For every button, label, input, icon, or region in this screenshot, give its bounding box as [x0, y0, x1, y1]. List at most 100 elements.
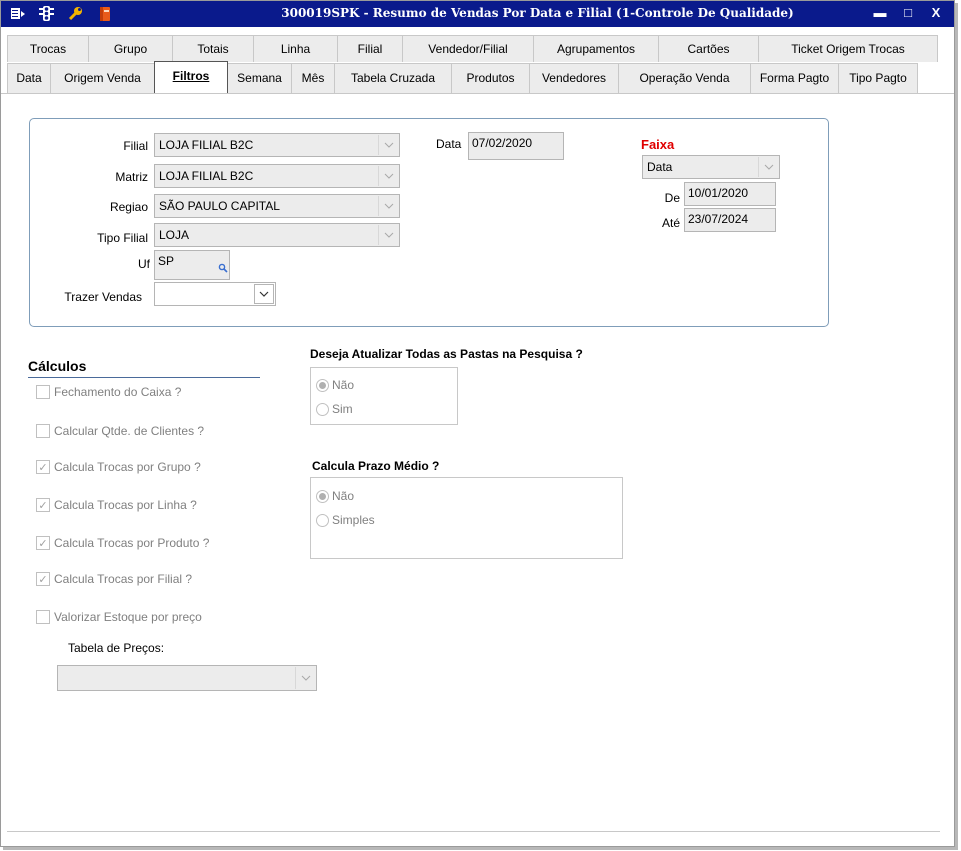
tab-cartoes[interactable]: Cartões [658, 35, 759, 62]
filial-label: Filial [123, 139, 148, 153]
checkbox[interactable] [36, 424, 50, 438]
chk-trocas-linha[interactable]: ✓ Calcula Trocas por Linha ? [36, 498, 197, 512]
chk-trocas-produto[interactable]: ✓ Calcula Trocas por Produto ? [36, 536, 209, 550]
radio-button[interactable] [316, 378, 329, 392]
chevron-down-icon[interactable] [758, 157, 778, 177]
calculos-title: Cálculos [28, 358, 87, 374]
checkbox[interactable] [36, 610, 50, 624]
radio-button[interactable] [316, 489, 329, 503]
radio-prazo-simples[interactable]: Simples [316, 513, 375, 527]
tab-row-top: Trocas Grupo Totais Linha Filial Vendedo… [1, 35, 954, 62]
trazer-vendas-label: Trazer Vendas [64, 290, 142, 304]
tab-trocas[interactable]: Trocas [7, 35, 89, 62]
chk-label: Calcula Trocas por Filial ? [54, 572, 193, 586]
radio-label: Sim [332, 402, 353, 416]
matriz-value: LOJA FILIAL B2C [159, 169, 254, 183]
data-label: Data [436, 137, 462, 151]
checkmark-icon[interactable]: ✓ [36, 498, 50, 512]
ate-label: Até [661, 216, 680, 230]
report-window: 300019SPK - Resumo de Vendas Por Data e … [0, 0, 955, 847]
chevron-down-icon[interactable] [378, 135, 398, 155]
tipo-filial-combo[interactable]: LOJA [154, 223, 400, 247]
tab-grupo[interactable]: Grupo [88, 35, 173, 62]
tab-forma-pagto[interactable]: Forma Pagto [750, 63, 839, 93]
regiao-combo[interactable]: SÃO PAULO CAPITAL [154, 194, 400, 218]
regiao-label: Regiao [109, 200, 148, 214]
tab-data[interactable]: Data [7, 63, 51, 93]
chk-label: Valorizar Estoque por preço [54, 610, 202, 624]
tab-produtos[interactable]: Produtos [451, 63, 530, 93]
prazo-medio-question: Calcula Prazo Médio ? [312, 459, 440, 473]
ate-value: 23/07/2024 [688, 212, 749, 226]
de-label: De [664, 191, 680, 205]
chevron-down-icon[interactable] [378, 166, 398, 186]
tab-filial[interactable]: Filial [337, 35, 403, 62]
radio-prazo-nao[interactable]: Não [316, 489, 354, 503]
bottom-divider [7, 831, 940, 832]
tipo-filial-label: Tipo Filial [97, 231, 148, 245]
uf-label: Uf [138, 257, 150, 271]
checkmark-icon[interactable]: ✓ [36, 460, 50, 474]
data-field[interactable]: 07/02/2020 [468, 132, 564, 160]
tabela-precos-label: Tabela de Preços: [68, 641, 165, 655]
checkmark-icon[interactable]: ✓ [36, 536, 50, 550]
prazo-medio-radiogroup: Não Simples [310, 477, 623, 559]
uf-value: SP [158, 254, 175, 268]
radio-button[interactable] [316, 402, 329, 416]
tabela-precos-combo[interactable] [57, 665, 317, 691]
faixa-combo[interactable]: Data [642, 155, 780, 179]
data-value: 07/02/2020 [472, 136, 533, 150]
tab-filtros[interactable]: Filtros [154, 61, 228, 93]
faixa-value: Data [647, 160, 673, 174]
chk-qtde-clientes[interactable]: Calcular Qtde. de Clientes ? [36, 424, 204, 438]
tab-operacao-venda[interactable]: Operação Venda [618, 63, 751, 93]
ate-field[interactable]: 23/07/2024 [684, 208, 776, 232]
atualizar-pastas-radiogroup: Não Sim [310, 367, 458, 425]
chk-label: Calcular Qtde. de Clientes ? [54, 424, 205, 438]
radio-label: Não [332, 489, 355, 503]
calculos-underline [28, 377, 260, 378]
tab-semana[interactable]: Semana [227, 63, 292, 93]
maximize-icon[interactable]: □ [896, 4, 920, 22]
tab-vendedor-filial[interactable]: Vendedor/Filial [402, 35, 534, 62]
de-field[interactable]: 10/01/2020 [684, 182, 776, 206]
chk-label: Fechamento do Caixa ? [54, 385, 182, 399]
chevron-down-icon[interactable] [295, 667, 315, 689]
radio-button[interactable] [316, 513, 329, 527]
filial-value: LOJA FILIAL B2C [159, 138, 254, 152]
chevron-down-icon[interactable] [378, 196, 398, 216]
matriz-label: Matriz [115, 170, 148, 184]
radio-atualizar-sim[interactable]: Sim [316, 402, 353, 416]
filial-combo[interactable]: LOJA FILIAL B2C [154, 133, 400, 157]
tab-linha[interactable]: Linha [253, 35, 338, 62]
title-bar: 300019SPK - Resumo de Vendas Por Data e … [1, 1, 954, 27]
window-title: 300019SPK - Resumo de Vendas Por Data e … [281, 6, 794, 20]
trazer-vendas-combo[interactable] [154, 282, 276, 306]
chk-fechamento-caixa[interactable]: Fechamento do Caixa ? [36, 385, 181, 399]
chk-trocas-grupo[interactable]: ✓ Calcula Trocas por Grupo ? [36, 460, 201, 474]
minimize-icon[interactable]: ▬ [868, 4, 892, 22]
checkbox[interactable] [36, 385, 50, 399]
uf-field[interactable]: SP [154, 250, 230, 280]
tab-agrupamentos[interactable]: Agrupamentos [533, 35, 659, 62]
checkmark-icon[interactable]: ✓ [36, 572, 50, 586]
chk-valorizar-estoque[interactable]: Valorizar Estoque por preço [36, 610, 202, 624]
chevron-down-icon[interactable] [254, 284, 274, 304]
chk-trocas-filial[interactable]: ✓ Calcula Trocas por Filial ? [36, 572, 192, 586]
tipo-filial-value: LOJA [159, 228, 190, 242]
tab-totais[interactable]: Totais [172, 35, 254, 62]
lookup-search-icon[interactable] [218, 259, 228, 279]
matriz-combo[interactable]: LOJA FILIAL B2C [154, 164, 400, 188]
tab-tipo-pagto[interactable]: Tipo Pagto [838, 63, 918, 93]
radio-atualizar-nao[interactable]: Não [316, 378, 354, 392]
tab-vendedores[interactable]: Vendedores [529, 63, 619, 93]
close-icon[interactable]: X [924, 4, 948, 22]
atualizar-pastas-question: Deseja Atualizar Todas as Pastas na Pesq… [310, 347, 583, 361]
radio-label: Simples [332, 513, 375, 527]
tab-ticket-origem-trocas[interactable]: Ticket Origem Trocas [758, 35, 938, 62]
filters-groupbox: Filial LOJA FILIAL B2C Matriz LOJA FILIA… [29, 118, 829, 327]
chevron-down-icon[interactable] [378, 225, 398, 245]
tab-tabela-cruzada[interactable]: Tabela Cruzada [334, 63, 452, 93]
tab-origem-venda[interactable]: Origem Venda [50, 63, 155, 93]
tab-mes[interactable]: Mês [291, 63, 335, 93]
